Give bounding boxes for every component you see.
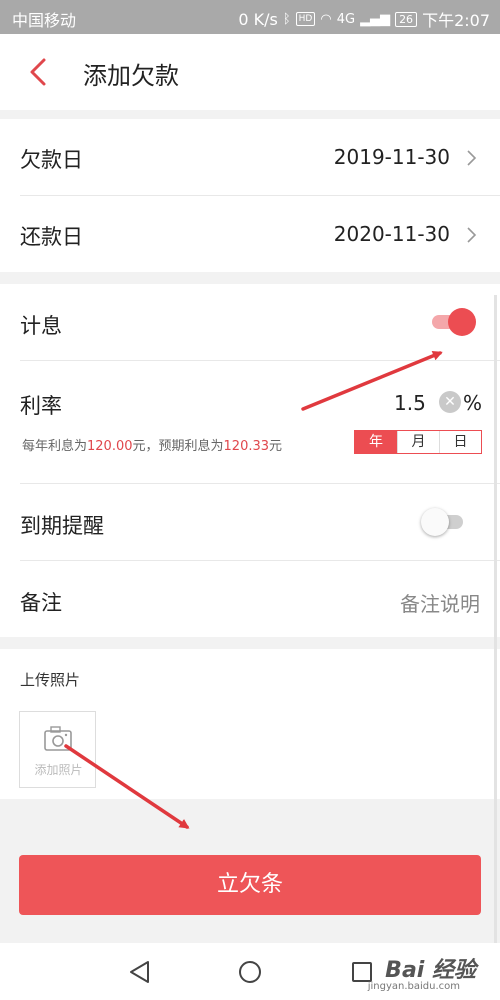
- nav-back-icon[interactable]: [126, 958, 154, 986]
- annual-interest: 120.00: [87, 439, 133, 454]
- rate-input[interactable]: 1.5: [394, 391, 426, 415]
- reminder-label: 到期提醒: [20, 514, 104, 538]
- add-photo-button[interactable]: 添加照片: [19, 711, 96, 788]
- dates-card: 欠款日 2019-11-30 还款日 2020-11-30: [0, 119, 500, 272]
- system-nav-bar: Bai 经验 jingyan.baidu.com: [0, 943, 500, 1000]
- chevron-right-icon: [467, 227, 477, 243]
- rate-period-year[interactable]: 年: [355, 431, 397, 453]
- rate-label: 利率: [20, 394, 62, 418]
- interest-toggle[interactable]: [430, 308, 476, 336]
- wifi-icon: ◠: [320, 11, 332, 27]
- battery-icon: 26: [395, 11, 418, 27]
- loan-date-row[interactable]: 欠款日 2019-11-30: [0, 119, 500, 195]
- clock: 下午2:07: [422, 11, 490, 30]
- interest-row: 计息: [0, 284, 500, 360]
- repay-date-value: 2020-11-30: [333, 222, 450, 246]
- reminder-toggle[interactable]: [421, 508, 467, 536]
- remark-input[interactable]: 备注说明: [400, 588, 480, 617]
- net-speed: 0 K/s: [238, 9, 278, 29]
- watermark: Bai 经验: [385, 958, 476, 983]
- interest-label: 计息: [20, 314, 62, 338]
- repay-date-row[interactable]: 还款日 2020-11-30: [0, 196, 500, 272]
- chevron-left-icon: [30, 58, 46, 86]
- watermark-url: jingyan.baidu.com: [367, 981, 460, 992]
- rate-unit: %: [463, 391, 483, 415]
- rate-period-month[interactable]: 月: [397, 431, 439, 453]
- scrollbar[interactable]: [494, 295, 497, 945]
- repay-date-label: 还款日: [20, 225, 83, 249]
- remark-label: 备注: [20, 591, 62, 615]
- signal-icon: ▂▄▆: [360, 11, 391, 27]
- rate-period-day[interactable]: 日: [439, 431, 481, 453]
- divider: [20, 360, 500, 361]
- add-photo-label: 添加照片: [34, 763, 83, 777]
- interest-summary: 每年利息为120.00元，预期利息为120.33元: [22, 439, 283, 454]
- carrier-name: 中国移动: [12, 11, 77, 30]
- reminder-row: 到期提醒: [0, 484, 500, 560]
- status-bar: 中国移动 0 K/s ᛒ HD ◠ 4G ▂▄▆ 26 下午2:07: [0, 0, 500, 34]
- loan-date-value: 2019-11-30: [333, 145, 450, 169]
- chevron-right-icon: [467, 150, 477, 166]
- back-button[interactable]: [22, 52, 58, 92]
- app-header: 添加欠款: [0, 34, 500, 110]
- page-title: 添加欠款: [83, 62, 179, 90]
- submit-button[interactable]: 立欠条: [19, 855, 481, 915]
- remark-row[interactable]: 备注 备注说明: [0, 561, 500, 637]
- loan-date-label: 欠款日: [20, 148, 83, 172]
- nav-home-icon[interactable]: [236, 958, 264, 986]
- upload-title: 上传照片: [20, 671, 81, 689]
- bluetooth-icon: ᛒ: [282, 11, 291, 27]
- camera-icon: [44, 726, 72, 751]
- expected-interest: 120.33: [223, 439, 270, 454]
- rate-period-selector: 年 月 日: [354, 430, 482, 454]
- clear-icon[interactable]: ✕: [439, 391, 461, 413]
- network-type: 4G: [336, 11, 356, 27]
- hd-icon: HD: [295, 12, 316, 26]
- status-icons: 0 K/s ᛒ HD ◠ 4G ▂▄▆ 26 下午2:07: [238, 7, 490, 31]
